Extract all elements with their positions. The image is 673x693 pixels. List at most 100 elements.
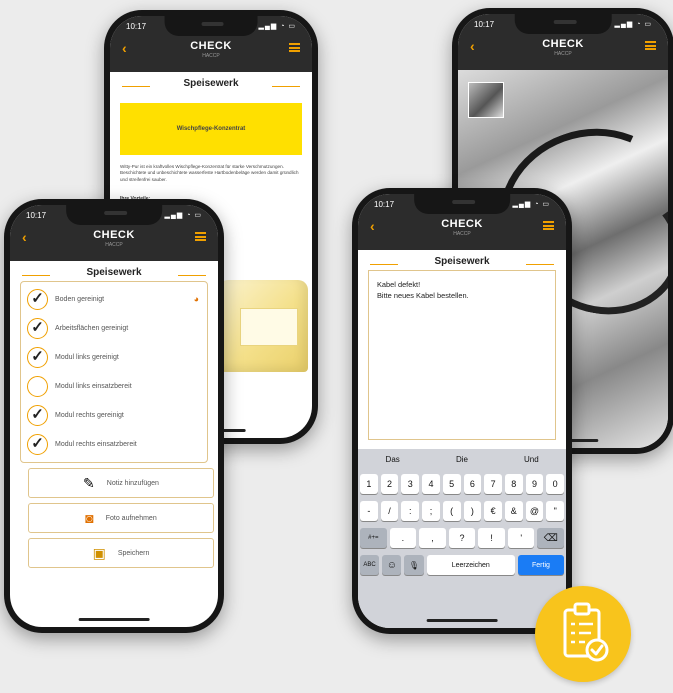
hamburger-icon[interactable] [543,221,554,230]
checklist-item[interactable]: Modul links einsatzbereit [21,372,207,400]
key[interactable]: ; [422,501,440,521]
clipboard-badge [535,586,631,682]
space-key[interactable]: Leerzeichen [426,555,515,575]
phone-screen: 10:17 ▂▄▆ ◔ ▭ ‹ CHECK HACCP Speisewerk K… [358,194,566,628]
key[interactable]: / [380,501,399,521]
checkmark-icon: ✓ [31,290,44,307]
key[interactable]: 9 [525,474,544,494]
floppy-save-icon: ▣ [92,545,106,561]
checkbox[interactable]: ✓ [27,346,48,368]
checklist-item[interactable]: ✓ Modul rechts gereinigt [21,401,207,429]
phone-notch [164,16,258,36]
brand-logo: CHECK HACCP [358,218,566,237]
key[interactable]: 4 [422,474,440,494]
checklist-item-label: Modul links gereinigt [55,353,119,361]
take-photo-button[interactable]: ◙ Foto aufnehmen [28,503,214,533]
key[interactable]: ) [463,501,482,521]
photo-thumbnail[interactable] [468,82,504,118]
status-icons: ▂▄▆ ◔ ▭ [258,23,296,30]
checkbox[interactable]: ✓ [27,404,48,426]
hamburger-icon[interactable] [289,43,300,52]
status-icons: ▂▄▆ ◔ ▭ [512,201,550,208]
hamburger-icon[interactable] [195,232,206,241]
key[interactable]: 5 [442,474,461,494]
checklist-item-label: Modul links einsatzbereit [55,382,132,390]
pencil-note-icon: ✎ [83,475,95,491]
add-note-label: Notiz hinzufügen [106,479,159,487]
key[interactable]: " [546,501,565,521]
suggestion[interactable]: Und [497,449,566,471]
key[interactable]: 7 [484,474,502,494]
key[interactable]: ( [442,501,461,521]
done-key[interactable]: Fertig [517,555,564,575]
checkbox[interactable] [27,375,48,397]
product-image-label [240,308,298,346]
key[interactable]: @ [525,501,544,521]
key[interactable]: 3 [401,474,420,494]
key[interactable]: . [389,528,417,548]
emoji-icon[interactable]: ☺ [382,555,402,575]
key[interactable]: € [484,501,502,521]
checkmark-icon: ✓ [31,319,44,336]
key[interactable]: 2 [380,474,399,494]
phone-screen: 10:17 ▂▄▆ ◔ ▭ ‹ CHECK HACCP Speisewerk ✓… [10,205,218,627]
brand-sub: HACCP [202,53,220,59]
key[interactable]: , [419,528,446,548]
brand-logo: CHECK HACCP [110,40,312,59]
brand-sub: HACCP [453,231,471,237]
brand-logo: CHECK HACCP [458,38,668,57]
brand-sub: HACCP [554,51,572,57]
save-label: Speichern [117,549,150,557]
hamburger-icon[interactable] [645,41,656,50]
symbols-key[interactable]: #+= [360,528,387,548]
key[interactable]: ! [478,528,505,548]
key[interactable]: ' [507,528,535,548]
home-indicator [426,619,498,622]
checkbox[interactable]: ✓ [27,317,48,339]
brand-name: CHECK [190,40,232,52]
key[interactable]: & [504,501,523,521]
suggestion[interactable]: Die [427,449,496,471]
key[interactable]: ? [448,528,476,548]
brand-name: CHECK [441,218,483,230]
suggestion-bar: Das Die Und [358,449,566,471]
checklist-item-label: Arbeitsflächen gereinigt [55,324,129,332]
checkmark-icon: ✓ [31,406,44,423]
save-button[interactable]: ▣ Speichern [28,538,214,568]
key-row: 1 2 3 4 5 6 7 8 9 0 [360,474,565,494]
add-note-button[interactable]: ✎ Notiz hinzufügen [28,468,214,498]
key[interactable]: 0 [546,474,565,494]
abc-key[interactable]: ABC [360,555,380,575]
phone-notch [66,205,162,225]
key[interactable]: - [360,501,378,521]
checkmark-icon: ✓ [31,435,44,452]
checkmark-icon: ✓ [31,348,44,365]
key-row: #+= . , ? ! ' ⌫ [360,528,565,548]
microphone-icon[interactable]: 🎙 [404,555,424,575]
key[interactable]: 8 [504,474,523,494]
note-line: Kabel defekt! [377,280,421,289]
checkbox[interactable]: ✓ [27,288,48,310]
checklist-item[interactable]: ✓ Modul links gereinigt [21,343,207,371]
phone-notch [514,14,612,34]
checklist-item[interactable]: ✓ Arbeitsflächen gereinigt [21,314,207,342]
product-description: Witty-Pur ist ein kraftvolles Wischpfleg… [120,164,299,182]
product-banner: Wischpflege-Konzentrat [120,103,302,155]
checkbox[interactable]: ✓ [27,433,48,455]
suggestion[interactable]: Das [358,449,427,471]
key[interactable]: 1 [360,474,378,494]
camera-icon[interactable]: ◕ [194,294,199,304]
checklist-item[interactable]: ✓ Modul rechts einsatzbereit [21,430,207,458]
key-row: - / : ; ( ) € & @ " [360,501,565,521]
note-textarea[interactable]: Kabel defekt! Bitte neues Kabel bestelle… [368,270,556,440]
note-line: Bitte neues Kabel bestellen. [377,291,469,300]
key[interactable]: : [401,501,420,521]
checklist-item[interactable]: ✓ Boden gereinigt ◕ [21,285,207,313]
delete-key-icon[interactable]: ⌫ [537,528,565,548]
brand-name: CHECK [542,38,584,50]
status-time: 10:17 [126,22,147,31]
home-indicator [78,618,150,621]
key[interactable]: 6 [463,474,482,494]
phone-checklist: 10:17 ▂▄▆ ◔ ▭ ‹ CHECK HACCP Speisewerk ✓… [4,199,224,633]
clipboard-check-icon [563,602,609,662]
